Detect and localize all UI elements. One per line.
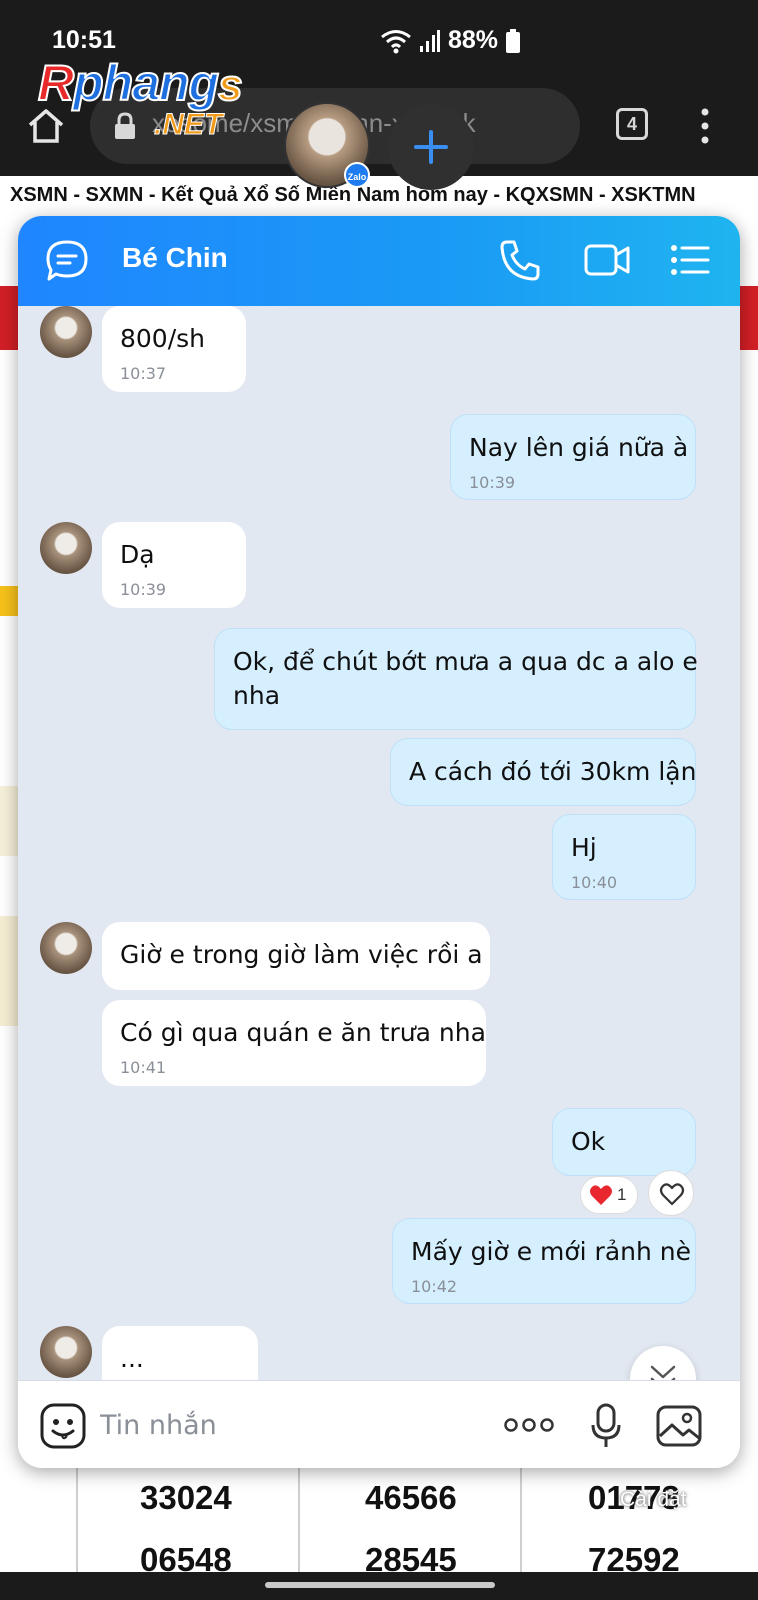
message-time: 10:39 [469,473,516,492]
message-list[interactable]: 800/sh 10:37 Nay lên giá nữa à 10:39 Dạ … [18,306,740,1380]
message-text: Dạ [120,540,155,569]
side-strip [0,916,20,1026]
message-input[interactable] [100,1403,480,1447]
message-bubble-incoming[interactable]: Giờ e trong giờ làm việc rồi a [102,922,490,990]
message-text: Mấy giờ e mới rảnh nè [411,1237,692,1266]
image-gallery-icon[interactable] [656,1405,702,1447]
message-text: Giờ e trong giờ làm việc rồi a [120,940,483,969]
message-bubble-outgoing[interactable]: A cách đó tới 30km lận [390,738,696,806]
message-bubble-incoming[interactable]: ... [102,1326,258,1380]
wifi-icon [381,29,411,53]
battery-icon [506,28,521,53]
menu-list-icon[interactable] [670,240,710,280]
battery-percent: 88% [448,26,499,54]
message-bubble-outgoing[interactable]: Hj 10:40 [552,814,696,900]
zalo-badge: Zalo [344,162,370,188]
message-time: 10:42 [411,1277,458,1296]
watermark-suffix: .NET [153,108,223,142]
watermark-logo: Rphangs [37,55,244,111]
heart-outline-icon [659,1183,685,1206]
plus-icon [414,130,448,164]
message-bubble-outgoing[interactable]: Nay lên giá nữa à 10:39 [450,414,696,500]
settings-label[interactable]: Cài đặt [620,1488,687,1512]
system-nav-bar [0,1572,758,1600]
double-chevron-down-icon [650,1365,676,1380]
side-strip [0,586,20,616]
more-horiz-icon[interactable] [504,1417,554,1433]
contact-avatar[interactable] [40,1326,92,1378]
message-text: Hj [571,833,597,862]
message-text: Ok, để chút bớt mưa a qua dc a alo e [233,647,698,676]
add-bubble-button[interactable] [388,104,474,190]
home-gesture-handle[interactable] [265,1582,495,1588]
message-bubble-outgoing[interactable]: Ok, để chút bớt mưa a qua dc a alo e nha [214,628,698,730]
status-time: 10:51 [52,26,116,54]
message-composer [18,1380,740,1468]
table-cell: 33024 [140,1479,232,1516]
message-text: nha [233,681,281,710]
chat-window: Bé Chin 800/sh 10:37 Nay lên giá nữa à 1… [18,216,740,1468]
message-text: Nay lên giá nữa à [469,433,689,462]
message-text: ... [120,1344,144,1373]
message-time: 10:40 [571,873,618,892]
home-icon[interactable] [26,106,66,146]
contact-avatar[interactable] [40,922,92,974]
status-icons: 88% [380,26,521,55]
tab-switcher-button[interactable]: 4 [616,108,648,140]
contact-name[interactable]: Bé Chin [122,242,228,274]
chat-header: Bé Chin [18,216,740,306]
table-cell: 46566 [365,1479,457,1516]
chat-head-handle[interactable] [310,200,348,205]
react-button[interactable] [648,1170,694,1216]
more-vert-icon[interactable] [696,106,714,146]
sticker-emoji-icon[interactable] [40,1403,86,1449]
heart-icon [590,1185,612,1205]
reaction-count: 1 [617,1185,627,1204]
signal-icon [420,29,440,52]
microphone-icon[interactable] [590,1403,622,1449]
chat-bubble-icon[interactable] [44,238,90,284]
lock-icon [115,112,135,139]
message-text: Ok [571,1127,606,1156]
contact-avatar[interactable] [40,522,92,574]
message-bubble-outgoing[interactable]: Mấy giờ e mới rảnh nè 10:42 [392,1218,696,1304]
message-time: 10:39 [120,580,167,599]
reaction-pill[interactable]: 1 [580,1176,638,1214]
contact-avatar[interactable] [40,306,92,358]
message-text: A cách đó tới 30km lận [409,757,697,786]
video-call-icon[interactable] [584,240,632,280]
side-strip [0,786,20,856]
message-bubble-outgoing[interactable]: Ok [552,1108,696,1176]
phone-icon[interactable] [498,238,540,282]
message-time: 10:41 [120,1058,167,1077]
message-text: Có gì qua quán e ăn trưa nha [120,1018,486,1047]
scroll-to-bottom-button[interactable] [630,1346,696,1380]
message-bubble-incoming[interactable]: Dạ 10:39 [102,522,246,608]
message-text: 800/sh [120,324,206,353]
message-bubble-incoming[interactable]: 800/sh 10:37 [102,306,246,392]
message-bubble-incoming[interactable]: Có gì qua quán e ăn trưa nha 10:41 [102,1000,486,1086]
message-time: 10:37 [120,364,167,383]
